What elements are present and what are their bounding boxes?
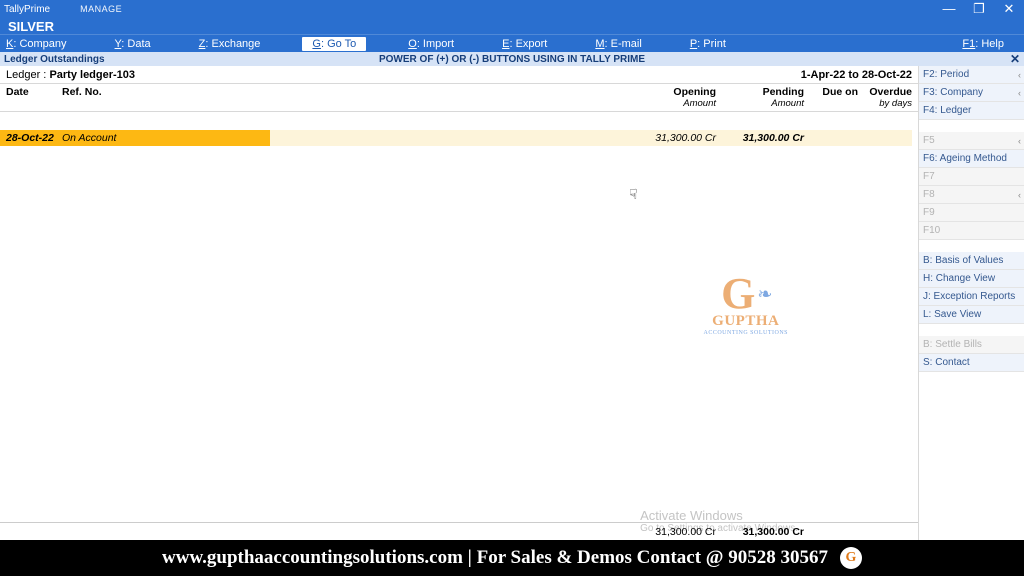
banner-text: www.gupthaaccountingsolutions.com | For … (162, 547, 828, 569)
col-opening: OpeningAmount (636, 86, 716, 109)
rp-period[interactable]: F2: Period‹ (919, 66, 1024, 84)
ledger-name: Party ledger-103 (49, 69, 135, 81)
row-pending: 31,300.00 Cr (724, 132, 804, 144)
watermark-logo: G❧ GUPTHA ACCOUNTING SOLUTIONS (704, 276, 789, 336)
totals-row: 31,300.00 Cr 31,300.00 Cr (0, 522, 918, 540)
menu-exchange[interactable]: Z: Exchange (193, 38, 267, 50)
table-header: Date Ref. No. OpeningAmount PendingAmoun… (0, 84, 918, 112)
rp-contact[interactable]: S: Contact (919, 354, 1024, 372)
rp-ledger[interactable]: F4: Ledger (919, 102, 1024, 120)
menu-email[interactable]: M: E-mail (589, 38, 647, 50)
rp-f9: F9 (919, 204, 1024, 222)
maximize-icon[interactable]: ❐ (964, 0, 994, 18)
ledger-label: Ledger : (6, 69, 46, 81)
menu-help[interactable]: F1: Help (956, 38, 1010, 50)
rp-change-view[interactable]: H: Change View (919, 270, 1024, 288)
titlebar: TallyPrime MANAGE — ❐ ✕ (0, 0, 1024, 18)
close-icon[interactable]: ✕ (994, 0, 1024, 18)
rp-settle: B: Settle Bills (919, 336, 1024, 354)
rp-f5: F5‹ (919, 132, 1024, 150)
table-row-values[interactable]: 31,300.00 Cr 31,300.00 Cr (270, 130, 912, 146)
close-report-icon[interactable]: ✕ (1010, 53, 1020, 65)
menu-import[interactable]: O: Import (402, 38, 460, 50)
footer-banner: www.gupthaaccountingsolutions.com | For … (0, 540, 1024, 576)
ledger-header: Ledger : Party ledger-103 1-Apr-22 to 28… (0, 66, 918, 84)
rp-f8: F8‹ (919, 186, 1024, 204)
main-report-area: Ledger : Party ledger-103 1-Apr-22 to 28… (0, 66, 918, 540)
menu-goto[interactable]: G: Go To (302, 37, 366, 51)
rp-f10: F10 (919, 222, 1024, 240)
rp-save-view[interactable]: L: Save View (919, 306, 1024, 324)
company-context: POWER OF (+) OR (-) BUTTONS USING IN TAL… (379, 54, 645, 65)
subtitle-bar: Ledger Outstandings POWER OF (+) OR (-) … (0, 52, 1024, 66)
table-row[interactable]: 28-Oct-22 On Account (0, 130, 270, 146)
cursor-icon: ☟ (629, 186, 638, 203)
col-pending: PendingAmount (724, 86, 804, 109)
total-pending: 31,300.00 Cr (724, 526, 804, 538)
menu-print[interactable]: P: Print (684, 38, 732, 50)
app-name: TallyPrime (4, 4, 50, 15)
menu-data[interactable]: Y: Data (109, 38, 157, 50)
col-ref: Ref. No. (62, 86, 142, 98)
row-date: 28-Oct-22 (6, 132, 62, 144)
menubar: K: Company Y: Data Z: Exchange G: Go To … (0, 34, 1024, 52)
report-title: Ledger Outstandings (0, 54, 105, 65)
banner-logo-icon: G (840, 547, 862, 569)
rp-basis[interactable]: B: Basis of Values (919, 252, 1024, 270)
total-opening: 31,300.00 Cr (636, 526, 716, 538)
window-controls: — ❐ ✕ (934, 0, 1024, 18)
rp-f7: F7 (919, 168, 1024, 186)
menu-export[interactable]: E: Export (496, 38, 553, 50)
rp-company[interactable]: F3: Company‹ (919, 84, 1024, 102)
right-panel: F2: Period‹ F3: Company‹ F4: Ledger F5‹ … (918, 66, 1024, 540)
menu-company[interactable]: K: Company (0, 38, 73, 50)
row-opening: 31,300.00 Cr (636, 132, 716, 144)
rp-exception[interactable]: J: Exception Reports (919, 288, 1024, 306)
date-range: 1-Apr-22 to 28-Oct-22 (801, 69, 912, 81)
manage-label[interactable]: MANAGE (80, 4, 122, 14)
minimize-icon[interactable]: — (934, 0, 964, 18)
col-due: Due on (810, 86, 858, 98)
edition-label: SILVER (0, 18, 1024, 34)
row-ref: On Account (62, 132, 142, 144)
rp-ageing[interactable]: F6: Ageing Method (919, 150, 1024, 168)
col-overdue: Overdueby days (862, 86, 912, 109)
col-date: Date (6, 86, 62, 98)
